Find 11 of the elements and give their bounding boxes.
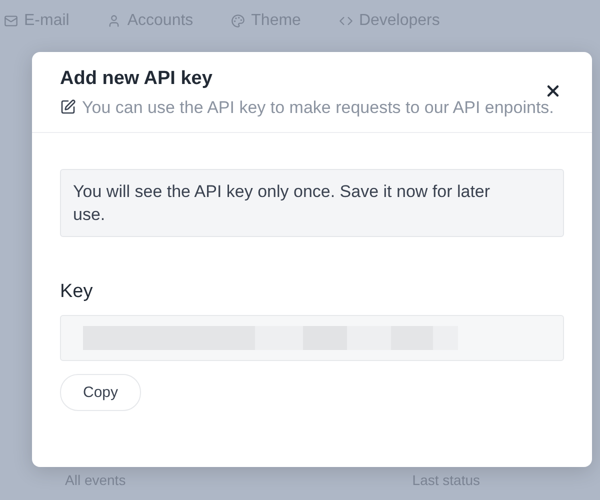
dialog-title: Add new API key xyxy=(60,68,214,90)
edit-icon xyxy=(60,99,76,115)
dialog-subtitle: You can use the API key to make requests to our API enpoints. xyxy=(82,98,554,117)
key-field[interactable] xyxy=(60,315,564,361)
copy-button[interactable]: Copy xyxy=(60,374,142,411)
mail-icon xyxy=(4,14,18,28)
field-label: Key xyxy=(60,281,94,303)
code-icon xyxy=(338,14,353,28)
notice-message: You will see the API key only once. Save it now for later use. xyxy=(60,169,564,237)
palette-icon xyxy=(231,14,246,28)
person-icon xyxy=(107,14,122,28)
